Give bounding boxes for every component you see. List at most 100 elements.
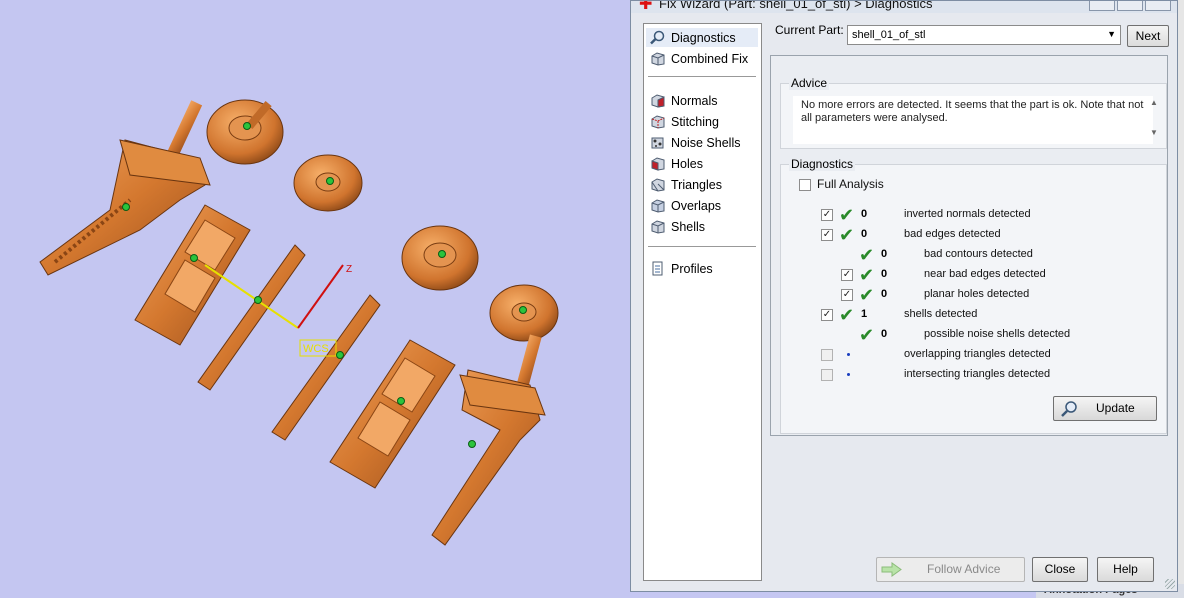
diag-checkbox[interactable]: ✓ — [821, 309, 833, 321]
red-cross-icon: ✚ — [639, 1, 653, 13]
follow-advice-button[interactable]: Follow Advice — [876, 557, 1025, 582]
minimize-button[interactable] — [1089, 1, 1115, 11]
diag-desc: bad contours detected — [924, 248, 1033, 260]
pending-dot-icon — [847, 353, 850, 356]
normals-cube-icon — [649, 93, 666, 108]
help-button[interactable]: Help — [1097, 557, 1154, 582]
cube-icon — [649, 51, 666, 66]
diag-count: 0 — [881, 268, 888, 280]
z-axis-line — [297, 264, 344, 329]
holes-cube-icon — [649, 156, 666, 171]
advice-group: Advice No more errors are detected. It s… — [780, 76, 1167, 149]
diag-desc: inverted normals detected — [904, 208, 1031, 220]
nav-item-diagnostics[interactable]: Diagnostics — [646, 28, 758, 47]
part-block-left — [134, 204, 251, 346]
3d-viewport[interactable]: Z WCS — [0, 0, 630, 598]
full-analysis-checkbox[interactable] — [799, 179, 811, 191]
pending-dot-icon — [847, 373, 850, 376]
overlaps-cube-icon — [649, 198, 666, 213]
diag-desc: intersecting triangles detected — [904, 368, 1051, 380]
follow-advice-label: Follow Advice — [927, 562, 1001, 576]
diag-row-planar-holes: ✓ ✔ 0 planar holes detected — [781, 286, 1161, 304]
diag-checkbox[interactable]: ✓ — [841, 289, 853, 301]
nav-divider — [648, 76, 756, 77]
diag-desc: planar holes detected — [924, 288, 1030, 300]
diag-row-overlapping-triangles: overlapping triangles detected — [781, 346, 1161, 364]
part-disc-3 — [401, 225, 479, 291]
close-window-button[interactable] — [1145, 1, 1171, 11]
diag-desc: overlapping triangles detected — [904, 348, 1051, 360]
advice-scrollbar[interactable]: ▲ ▼ — [1148, 98, 1160, 142]
full-analysis-row[interactable]: Full Analysis — [797, 176, 947, 194]
green-check-icon: ✔ — [859, 245, 875, 265]
close-button[interactable]: Close — [1032, 557, 1088, 582]
nav-label: Profiles — [671, 261, 713, 276]
wizard-nav: Diagnostics Combined Fix Normals Stitchi… — [643, 23, 762, 581]
maximize-button[interactable] — [1117, 1, 1143, 11]
scroll-down-icon[interactable]: ▼ — [1148, 128, 1160, 138]
nav-item-noise-shells[interactable]: Noise Shells — [646, 133, 758, 152]
diag-row-bad-contours: ✔ 0 bad contours detected — [781, 246, 1161, 264]
diagnostics-panel: Advice No more errors are detected. It s… — [770, 55, 1168, 436]
window-title: Fix Wizard (Part: shell_01_of_stl) > Dia… — [659, 1, 933, 11]
advice-group-label: Advice — [789, 76, 830, 90]
diag-count: 0 — [881, 248, 888, 260]
green-check-icon: ✔ — [839, 225, 855, 245]
nav-label: Normals — [671, 93, 718, 108]
diag-count: 0 — [881, 328, 888, 340]
scroll-up-icon[interactable]: ▲ — [1148, 98, 1160, 108]
triangles-cube-icon — [649, 177, 666, 192]
part-disc-1 — [206, 99, 284, 165]
diag-checkbox[interactable] — [821, 349, 833, 361]
resize-grip[interactable] — [1165, 579, 1175, 589]
current-part-select[interactable]: shell_01_of_stl ▼ — [847, 25, 1121, 45]
diag-row-shells: ✓ ✔ 1 shells detected — [781, 306, 1161, 324]
current-part-value: shell_01_of_stl — [852, 29, 926, 41]
diag-checkbox[interactable]: ✓ — [821, 229, 833, 241]
diag-row-intersecting-triangles: intersecting triangles detected — [781, 366, 1161, 384]
arrow-right-icon — [881, 562, 903, 585]
noise-shells-icon — [649, 135, 666, 150]
nav-item-profiles[interactable]: Profiles — [646, 259, 758, 278]
nav-item-combined-fix[interactable]: Combined Fix — [646, 49, 758, 68]
magnifier-icon — [649, 30, 666, 45]
shells-cube-icon — [649, 219, 666, 234]
fix-wizard-window: ✚ Fix Wizard (Part: shell_01_of_stl) > D… — [630, 0, 1178, 592]
diag-count: 0 — [881, 288, 888, 300]
diag-row-near-bad-edges: ✓ ✔ 0 near bad edges detected — [781, 266, 1161, 284]
green-check-icon: ✔ — [859, 265, 875, 285]
nav-label: Overlaps — [671, 198, 722, 213]
diag-checkbox[interactable] — [821, 369, 833, 381]
current-part-label: Current Part: — [775, 23, 844, 37]
green-check-icon: ✔ — [859, 285, 875, 305]
green-check-icon: ✔ — [859, 325, 875, 345]
dropdown-arrow-icon: ▼ — [1107, 29, 1116, 39]
nav-label: Combined Fix — [671, 51, 749, 66]
diag-count: 0 — [861, 228, 868, 240]
nav-label: Holes — [671, 156, 703, 171]
nav-item-holes[interactable]: Holes — [646, 154, 758, 173]
title-bar[interactable]: ✚ Fix Wizard (Part: shell_01_of_stl) > D… — [631, 1, 1177, 13]
nav-divider — [648, 246, 756, 247]
diag-desc: possible noise shells detected — [924, 328, 1071, 340]
diag-row-inverted-normals: ✓ ✔ 0 inverted normals detected — [781, 206, 1161, 224]
nav-item-normals[interactable]: Normals — [646, 91, 758, 110]
nav-label: Diagnostics — [671, 30, 736, 45]
diagnostics-group: Diagnostics Full Analysis ✓ ✔ 0 inverted… — [780, 157, 1167, 434]
nav-item-triangles[interactable]: Triangles — [646, 175, 758, 194]
magnifier-icon — [1060, 400, 1078, 418]
part-block-right — [329, 339, 456, 489]
advice-text: No more errors are detected. It seems th… — [793, 96, 1153, 144]
green-check-icon: ✔ — [839, 305, 855, 325]
diag-checkbox[interactable]: ✓ — [841, 269, 853, 281]
nav-item-stitching[interactable]: Stitching — [646, 112, 758, 131]
nav-label: Shells — [671, 219, 706, 234]
model-view: Z WCS — [39, 99, 559, 546]
nav-item-shells[interactable]: Shells — [646, 217, 758, 236]
next-button[interactable]: Next — [1127, 25, 1169, 47]
diag-count: 0 — [861, 208, 868, 220]
diag-checkbox[interactable]: ✓ — [821, 209, 833, 221]
update-button[interactable]: Update — [1053, 396, 1157, 421]
diag-row-bad-edges: ✓ ✔ 0 bad edges detected — [781, 226, 1161, 244]
nav-item-overlaps[interactable]: Overlaps — [646, 196, 758, 215]
